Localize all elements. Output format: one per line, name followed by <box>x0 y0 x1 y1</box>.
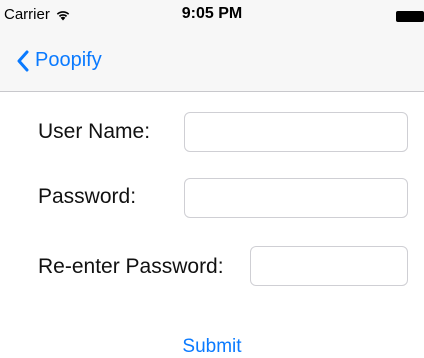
signup-screen: Carrier 9:05 PM Poopify User Name: Passw… <box>0 0 424 358</box>
chevron-left-icon <box>16 50 29 72</box>
password-label: Password: <box>38 185 137 208</box>
status-bar: Carrier 9:05 PM <box>0 0 424 30</box>
username-field[interactable] <box>184 112 408 152</box>
battery-icon <box>396 11 424 22</box>
status-time: 9:05 PM <box>181 5 243 22</box>
navigation-bar: Poopify <box>0 40 424 84</box>
back-button[interactable]: Poopify <box>16 49 102 72</box>
username-label: User Name: <box>38 120 151 143</box>
submit-button[interactable]: Submit <box>0 336 424 358</box>
reenter-password-label: Re-enter Password: <box>38 255 224 278</box>
top-bar: Carrier 9:05 PM Poopify <box>0 0 424 92</box>
back-button-label: Poopify <box>35 49 102 71</box>
password-field[interactable] <box>184 178 408 218</box>
reenter-password-field[interactable] <box>250 246 408 286</box>
